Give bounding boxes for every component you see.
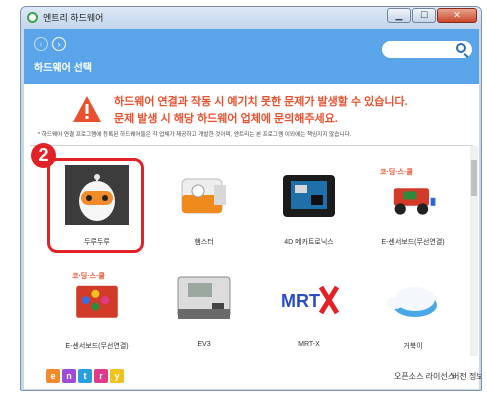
e-sensor-board-icon — [76, 285, 118, 318]
logo-letter: t — [78, 369, 92, 383]
hardware-item-esensor-board[interactable]: 코·딩·스·쿨 E-센서보드(무선연결) — [52, 269, 142, 369]
hardware-item-mrtx[interactable]: MRT MRT-X — [264, 269, 354, 369]
hardware-label: 햄스터 — [194, 239, 214, 246]
highlight-box — [47, 158, 144, 253]
e-sensor-car-icon — [393, 188, 436, 215]
forward-icon[interactable]: › — [52, 37, 66, 51]
logo-letter: e — [46, 369, 60, 383]
logo-letter: y — [110, 369, 124, 383]
hardware-label: MRT-X — [298, 341, 320, 348]
step-number-badge: 2 — [31, 143, 56, 168]
version-info-link[interactable]: 버전 정보 — [452, 371, 481, 382]
hardware-item-4d[interactable]: 4D 메카트로닉스 — [264, 165, 354, 265]
hardware-item-hamster[interactable]: 햄스터 — [159, 165, 249, 265]
hardware-label: E-센서보드(무선연결) — [381, 239, 445, 246]
close-button[interactable]: ✕ — [437, 8, 477, 23]
title-bar: 엔트리 하드웨어 ▁ ☐ ✕ — [21, 7, 481, 29]
ev3-brick-icon — [177, 276, 231, 319]
4d-board-icon — [283, 175, 335, 217]
hardware-item-esensor-car[interactable]: 코·딩·스·쿨 E-센서보드(무선연결) — [368, 165, 458, 265]
hardware-label: 거북이 — [403, 343, 423, 350]
header-bar: ‹ › 하드웨어 선택 — [24, 29, 479, 84]
search-input[interactable] — [382, 41, 472, 58]
scrollbar[interactable] — [470, 146, 478, 356]
page-title: 하드웨어 선택 — [34, 63, 92, 74]
minimize-button[interactable]: ▁ — [387, 8, 411, 23]
warning-icon — [73, 96, 101, 122]
back-icon[interactable]: ‹ — [34, 37, 48, 51]
logo-letter: r — [94, 369, 108, 383]
window-controls: ▁ ☐ ✕ — [386, 8, 477, 24]
hardware-label: E-센서보드(무선연결) — [65, 343, 129, 350]
hardware-item-turtle[interactable]: 거북이 — [368, 269, 458, 369]
hardware-label: EV3 — [197, 341, 211, 348]
divider — [30, 145, 473, 146]
turtle-robot-icon — [387, 287, 437, 317]
hardware-label: 4D 메카트로닉스 — [284, 239, 334, 246]
svg-text:MRT: MRT — [281, 291, 320, 311]
entry-logo: e n t r y — [46, 369, 126, 383]
disclaimer-text: * 하드웨어 연결 프로그램에 등록된 하드웨어들은 각 업체가 제공하고 개발… — [38, 132, 352, 138]
search-icon[interactable] — [456, 43, 466, 53]
hardware-item-ev3[interactable]: EV3 — [159, 269, 249, 369]
footer: e n t r y 오픈소스 라이선스 버전 정보 — [24, 364, 481, 389]
maximize-button[interactable]: ☐ — [412, 8, 436, 23]
warning-text-line2: 문제 발생 시 해당 하드웨어 업체에 문의해주세요. — [114, 113, 338, 125]
entry-app-icon — [27, 12, 38, 23]
mrt-x-logo-icon: MRT — [281, 285, 340, 315]
logo-letter: n — [62, 369, 76, 383]
window-title: 엔트리 하드웨어 — [43, 13, 104, 23]
scroll-thumb[interactable] — [471, 160, 477, 196]
open-source-license-link[interactable]: 오픈소스 라이선스 — [394, 371, 455, 382]
warning-text-line1: 하드웨어 연결과 작동 시 예기치 못한 문제가 발생할 수 있습니다. — [114, 96, 408, 108]
coding-school-badge: 코·딩·스·쿨 — [72, 273, 105, 280]
coding-school-badge: 코·딩·스·쿨 — [380, 169, 413, 176]
hamster-robot-icon — [181, 178, 226, 214]
